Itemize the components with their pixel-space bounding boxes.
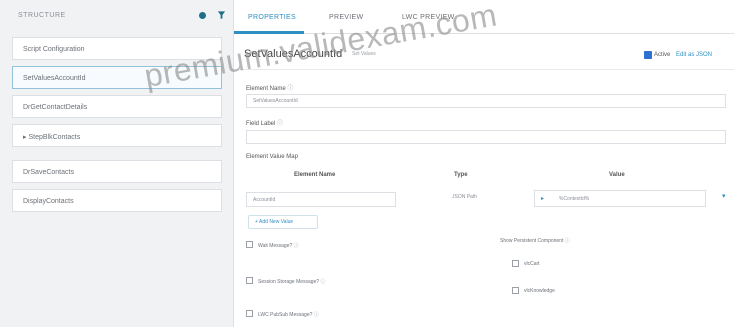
column-header-type: Type: [454, 172, 468, 178]
vlcknowledge-checkbox[interactable]: [512, 287, 519, 294]
structure-item-drgetcontactdetails[interactable]: DrGetContactDetails: [12, 95, 222, 118]
structure-title: STRUCTURE: [18, 12, 66, 19]
info-icon: ⓘ: [287, 86, 294, 92]
info-icon: ⓘ: [313, 312, 319, 318]
column-header-element-name: Element Name: [294, 172, 336, 178]
wait-message-checkbox[interactable]: [246, 241, 253, 248]
info-icon: ⓘ: [564, 238, 570, 244]
structure-item-label: DisplayContacts: [23, 198, 74, 205]
row-menu-icon[interactable]: ▾: [722, 192, 726, 200]
vlccart-checkbox[interactable]: [512, 260, 519, 267]
element-name-label: Element Name ⓘ: [246, 86, 294, 92]
field-label-input[interactable]: [246, 130, 726, 144]
value-map-type[interactable]: JSON Path: [452, 194, 477, 200]
info-icon: ⓘ: [277, 121, 284, 127]
properties-panel: SetValuesAccountId Set Values Active Edi…: [234, 34, 734, 327]
lwc-pubsub-label: LWC PubSub Message? ⓘ: [258, 312, 319, 318]
structure-item-label: ▸ StepBlkContacts: [23, 134, 81, 141]
wait-message-label: Wait Message? ⓘ: [258, 243, 299, 249]
session-storage-checkbox[interactable]: [246, 277, 253, 284]
info-dot-icon[interactable]: [199, 12, 206, 19]
structure-item-label: DrSaveContacts: [23, 169, 74, 176]
element-name-input[interactable]: SetValuesAccountId: [246, 94, 726, 108]
structure-item-label: Script Configuration: [23, 46, 85, 53]
show-persistent-component-label: Show Persistent Component ⓘ: [500, 238, 570, 244]
element-value-map-label: Element Value Map: [246, 154, 298, 160]
omniscript-designer: STRUCTURE Script Configuration SetValues…: [0, 0, 734, 327]
filter-icon[interactable]: [217, 10, 226, 20]
vlccart-label: vlcCart: [524, 261, 540, 267]
active-label: Active: [654, 52, 671, 58]
structure-item-label: SetValuesAccountId: [23, 75, 86, 82]
structure-item-stepblkcontacts[interactable]: ▸ StepBlkContacts: [12, 124, 222, 147]
divider: [234, 69, 734, 70]
structure-header: STRUCTURE: [12, 9, 226, 23]
info-icon: ⓘ: [320, 279, 326, 285]
add-new-value-button[interactable]: + Add New Value: [248, 215, 318, 229]
value-map-element-name-input[interactable]: AccountId: [246, 192, 396, 207]
structure-item-drsavecontacts[interactable]: DrSaveContacts: [12, 160, 222, 183]
info-icon: ⓘ: [293, 243, 299, 249]
lwc-pubsub-checkbox[interactable]: [246, 310, 253, 317]
structure-item-displaycontacts[interactable]: DisplayContacts: [12, 189, 222, 212]
active-checkbox[interactable]: [644, 51, 652, 59]
structure-item-label: DrGetContactDetails: [23, 104, 88, 111]
session-storage-label: Session Storage Message? ⓘ: [258, 279, 326, 285]
field-label-label: Field Label ⓘ: [246, 121, 284, 127]
value-map-value-input[interactable]: %ContextId%: [534, 190, 706, 207]
vlcknowledge-label: vlcKnowledge: [524, 288, 555, 294]
tab-properties[interactable]: PROPERTIES: [248, 14, 296, 21]
column-header-value: Value: [609, 172, 625, 178]
formula-icon[interactable]: ▸: [541, 195, 544, 202]
edit-as-json-link[interactable]: Edit as JSON: [676, 52, 712, 58]
